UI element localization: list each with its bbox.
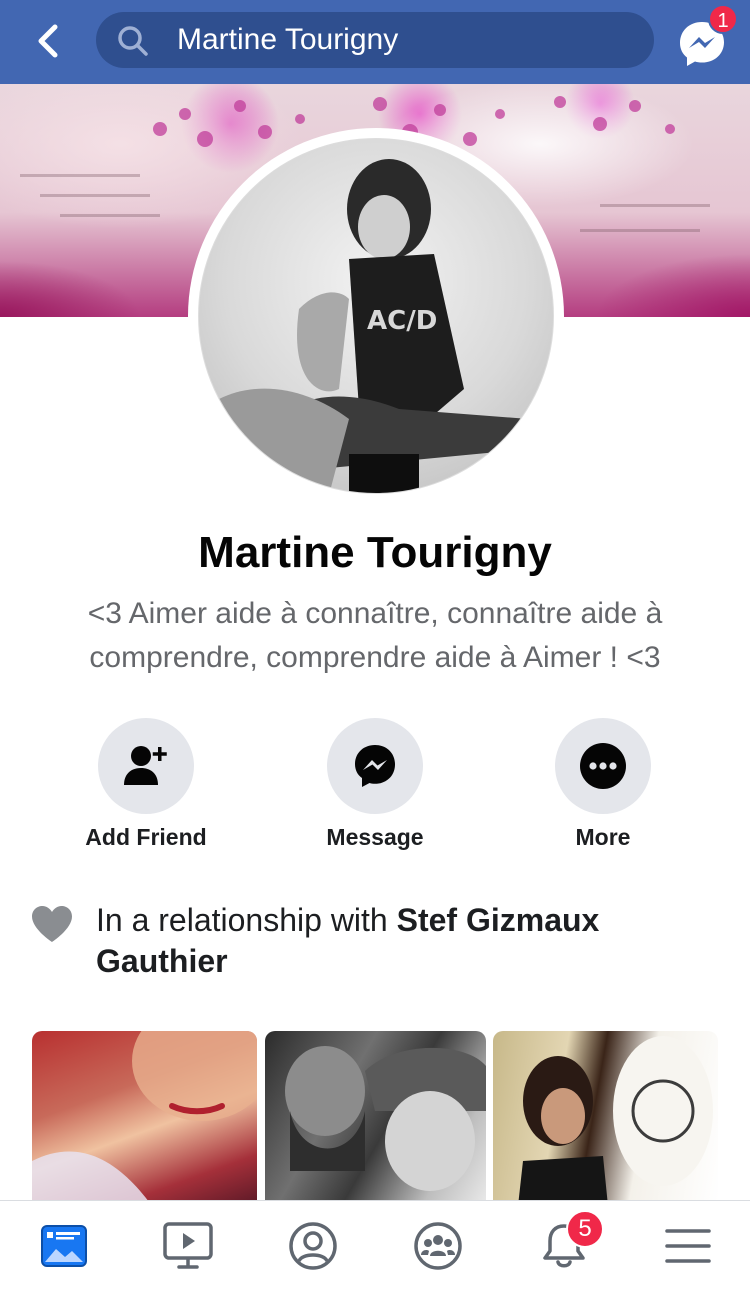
watch-icon (163, 1222, 213, 1269)
back-button[interactable] (22, 16, 74, 66)
add-friend-icon (124, 746, 167, 785)
profile-avatar[interactable]: AC/D (198, 138, 554, 494)
photo-2-content (285, 1046, 486, 1191)
photo-1-content (32, 1031, 257, 1206)
more-label: More (575, 824, 631, 850)
messenger-badge: 1 (708, 4, 738, 34)
search-icon (118, 26, 148, 56)
heart-icon (32, 906, 72, 942)
groups-icon (414, 1222, 462, 1270)
photo-thumbnail-1[interactable] (32, 1031, 257, 1206)
svg-text:AC/D: AC/D (367, 306, 437, 336)
photo-thumbnail-2[interactable] (265, 1031, 486, 1206)
back-arrow-icon (38, 24, 58, 58)
profile-icon (289, 1222, 337, 1270)
menu-icon (665, 1229, 711, 1263)
tab-news-feed[interactable] (36, 1219, 92, 1273)
tab-menu[interactable] (660, 1219, 716, 1273)
more-button[interactable]: More (503, 718, 703, 858)
bottom-tab-bar (0, 1200, 750, 1289)
relationship-prefix: In a relationship with (96, 902, 397, 938)
photo-3-content (518, 1036, 713, 1206)
add-friend-button[interactable]: Add Friend (46, 718, 246, 858)
more-circle[interactable] (555, 718, 651, 814)
avatar-photo: AC/D (219, 159, 529, 493)
tab-profile[interactable] (285, 1219, 341, 1273)
tab-watch[interactable] (160, 1219, 216, 1273)
message-button[interactable]: Message (275, 718, 475, 858)
add-friend-circle[interactable] (98, 718, 194, 814)
search-input[interactable]: Martine Tourigny (177, 12, 398, 68)
news-feed-icon (41, 1225, 87, 1267)
more-dots-icon (580, 743, 626, 789)
message-circle[interactable] (327, 718, 423, 814)
messenger-icon (355, 745, 395, 787)
photo-thumbnail-3[interactable] (493, 1031, 718, 1206)
relationship-text: In a relationship with Stef Gizmaux Gaut… (96, 900, 716, 982)
search-bar[interactable]: Martine Tourigny (96, 12, 654, 68)
profile-bio: <3 Aimer aide à connaître, connaître aid… (87, 597, 663, 674)
tab-groups[interactable] (410, 1219, 466, 1273)
profile-name: Martine Tourigny (198, 528, 552, 577)
message-label: Message (326, 824, 424, 850)
notifications-badge: 5 (566, 1210, 604, 1248)
add-friend-label: Add Friend (85, 824, 207, 850)
top-bar: Martine Tourigny 1 (0, 0, 750, 84)
